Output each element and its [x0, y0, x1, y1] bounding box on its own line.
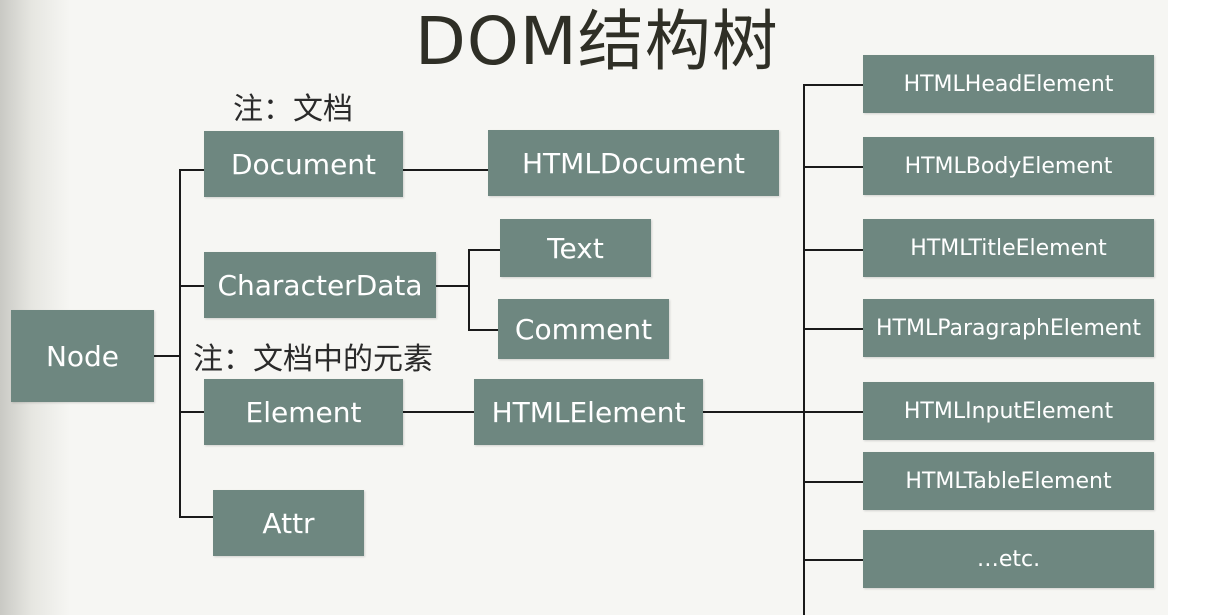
connector-head — [803, 84, 863, 86]
connector-document — [179, 169, 204, 171]
connector-node-trunk — [179, 169, 181, 517]
connector-attr — [179, 516, 213, 518]
element-box: Element — [204, 379, 403, 445]
connector-body — [803, 166, 863, 168]
connector-document-htmldocument — [403, 169, 488, 171]
left-shadow — [0, 0, 70, 615]
connector-htmlelement-out — [703, 411, 804, 413]
htmlheadelement-box: HTMLHeadElement — [863, 55, 1154, 113]
connector-characterdata-out — [436, 285, 469, 287]
connector-characterdata-trunk — [468, 249, 470, 330]
connector-title — [803, 249, 863, 251]
diagram-title: DOM结构树 — [415, 3, 779, 80]
htmlinputelement-box: HTMLInputElement — [863, 382, 1154, 440]
connector-characterdata — [179, 285, 204, 287]
connector-input — [803, 411, 863, 413]
element-note: 注：文档中的元素 — [193, 342, 433, 377]
connector-text — [468, 249, 500, 251]
connector-htmlelement-trunk — [803, 84, 805, 615]
characterdata-box: CharacterData — [204, 252, 436, 318]
node-box: Node — [11, 310, 154, 402]
comment-box: Comment — [498, 299, 669, 359]
connector-table — [803, 481, 863, 483]
connector-paragraph — [803, 328, 863, 330]
connector-comment — [468, 329, 498, 331]
document-note: 注：文档 — [233, 92, 353, 127]
htmldocument-box: HTMLDocument — [488, 130, 779, 196]
text-box: Text — [500, 219, 651, 277]
htmltableelement-box: HTMLTableElement — [863, 452, 1154, 510]
connector-node — [154, 355, 180, 357]
htmlparagraphelement-box: HTMLParagraphElement — [863, 299, 1154, 357]
document-box: Document — [204, 131, 403, 197]
right-margin — [1168, 0, 1210, 615]
attr-box: Attr — [213, 490, 364, 556]
htmlbodyelement-box: HTMLBodyElement — [863, 137, 1154, 195]
htmlelement-box: HTMLElement — [474, 379, 703, 445]
etc-box: …etc. — [863, 530, 1154, 588]
connector-element-htmlelement — [403, 411, 474, 413]
htmltitleelement-box: HTMLTitleElement — [863, 219, 1154, 277]
connector-element — [179, 411, 204, 413]
connector-etc — [803, 559, 863, 561]
